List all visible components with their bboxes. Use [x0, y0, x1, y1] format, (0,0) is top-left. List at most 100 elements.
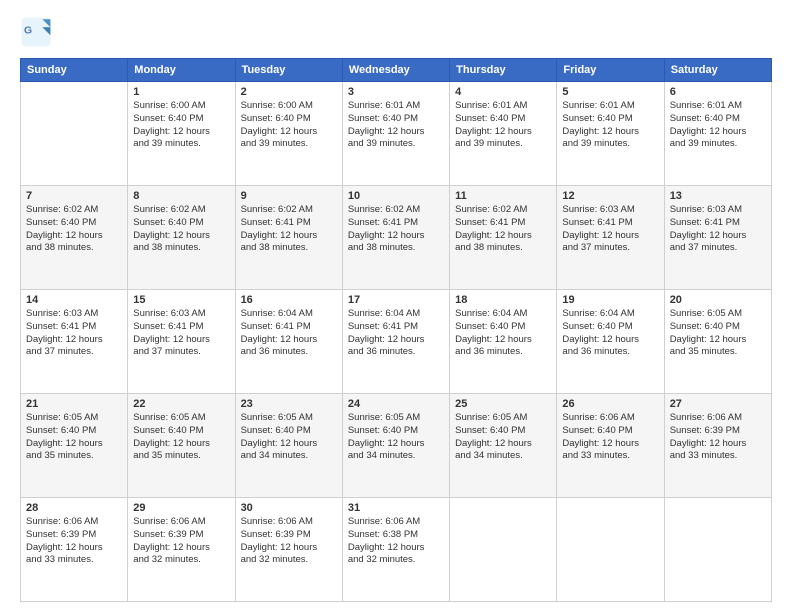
calendar-week-5: 28 Sunrise: 6:06 AM Sunset: 6:39 PM Dayli…: [21, 498, 772, 602]
day-number: 17: [348, 294, 444, 306]
day-number: 23: [241, 398, 337, 410]
weekday-header-tuesday: Tuesday: [235, 59, 342, 82]
cell-content: Sunrise: 6:02 AM Sunset: 6:41 PM Dayligh…: [348, 204, 444, 255]
weekday-header-thursday: Thursday: [450, 59, 557, 82]
cell-content: Sunrise: 6:02 AM Sunset: 6:40 PM Dayligh…: [133, 204, 229, 255]
day-number: 15: [133, 294, 229, 306]
calendar-cell: 17 Sunrise: 6:04 AM Sunset: 6:41 PM Dayli…: [342, 290, 449, 394]
day-number: 14: [26, 294, 122, 306]
cell-content: Sunrise: 6:04 AM Sunset: 6:41 PM Dayligh…: [241, 308, 337, 359]
cell-content: Sunrise: 6:06 AM Sunset: 6:39 PM Dayligh…: [26, 516, 122, 567]
page: G SundayMondayTuesdayWednesdayThursdayFr…: [0, 0, 792, 612]
calendar-table: SundayMondayTuesdayWednesdayThursdayFrid…: [20, 58, 772, 602]
calendar-cell: 30 Sunrise: 6:06 AM Sunset: 6:39 PM Dayli…: [235, 498, 342, 602]
cell-content: Sunrise: 6:04 AM Sunset: 6:40 PM Dayligh…: [455, 308, 551, 359]
day-number: 19: [562, 294, 658, 306]
calendar-week-1: 1 Sunrise: 6:00 AM Sunset: 6:40 PM Daylig…: [21, 82, 772, 186]
calendar-week-2: 7 Sunrise: 6:02 AM Sunset: 6:40 PM Daylig…: [21, 186, 772, 290]
cell-content: Sunrise: 6:00 AM Sunset: 6:40 PM Dayligh…: [133, 100, 229, 151]
cell-content: Sunrise: 6:05 AM Sunset: 6:40 PM Dayligh…: [455, 412, 551, 463]
calendar-cell: 14Sunrise: 6:03 AM Sunset: 6:41 PM Dayli…: [21, 290, 128, 394]
logo: G: [20, 16, 56, 48]
cell-content: Sunrise: 6:00 AM Sunset: 6:40 PM Dayligh…: [241, 100, 337, 151]
cell-content: Sunrise: 6:04 AM Sunset: 6:40 PM Dayligh…: [562, 308, 658, 359]
cell-content: Sunrise: 6:05 AM Sunset: 6:40 PM Dayligh…: [348, 412, 444, 463]
day-number: 11: [455, 190, 551, 202]
calendar-cell: 22 Sunrise: 6:05 AM Sunset: 6:40 PM Dayli…: [128, 394, 235, 498]
calendar-cell: 1 Sunrise: 6:00 AM Sunset: 6:40 PM Daylig…: [128, 82, 235, 186]
day-number: 8: [133, 190, 229, 202]
cell-content: Sunrise: 6:06 AM Sunset: 6:39 PM Dayligh…: [670, 412, 766, 463]
cell-content: Sunrise: 6:03 AM Sunset: 6:41 PM Dayligh…: [133, 308, 229, 359]
cell-content: Sunrise: 6:03 AM Sunset: 6:41 PM Dayligh…: [670, 204, 766, 255]
calendar-cell: 21 Sunrise: 6:05 AM Sunset: 6:40 PM Dayli…: [21, 394, 128, 498]
day-number: 7: [26, 190, 122, 202]
day-number: 22: [133, 398, 229, 410]
cell-content: Sunrise: 6:05 AM Sunset: 6:40 PM Dayligh…: [241, 412, 337, 463]
weekday-header-friday: Friday: [557, 59, 664, 82]
calendar-cell: 6 Sunrise: 6:01 AM Sunset: 6:40 PM Daylig…: [664, 82, 771, 186]
cell-content: Sunrise: 6:03 AM Sunset: 6:41 PM Dayligh…: [562, 204, 658, 255]
calendar-cell: 13 Sunrise: 6:03 AM Sunset: 6:41 PM Dayli…: [664, 186, 771, 290]
calendar-cell: 2 Sunrise: 6:00 AM Sunset: 6:40 PM Daylig…: [235, 82, 342, 186]
cell-content: Sunrise: 6:05 AM Sunset: 6:40 PM Dayligh…: [133, 412, 229, 463]
cell-content: Sunrise: 6:01 AM Sunset: 6:40 PM Dayligh…: [562, 100, 658, 151]
calendar-cell: 18 Sunrise: 6:04 AM Sunset: 6:40 PM Dayli…: [450, 290, 557, 394]
calendar-cell: 4Sunrise: 6:01 AM Sunset: 6:40 PM Daylig…: [450, 82, 557, 186]
day-number: 30: [241, 502, 337, 514]
calendar-cell: 7 Sunrise: 6:02 AM Sunset: 6:40 PM Daylig…: [21, 186, 128, 290]
day-number: 18: [455, 294, 551, 306]
day-number: 24: [348, 398, 444, 410]
calendar-cell: [450, 498, 557, 602]
day-number: 16: [241, 294, 337, 306]
calendar-cell: 12Sunrise: 6:03 AM Sunset: 6:41 PM Dayli…: [557, 186, 664, 290]
day-number: 27: [670, 398, 766, 410]
cell-content: Sunrise: 6:05 AM Sunset: 6:40 PM Dayligh…: [26, 412, 122, 463]
calendar-cell: 11 Sunrise: 6:02 AM Sunset: 6:41 PM Dayli…: [450, 186, 557, 290]
cell-content: Sunrise: 6:01 AM Sunset: 6:40 PM Dayligh…: [670, 100, 766, 151]
cell-content: Sunrise: 6:02 AM Sunset: 6:40 PM Dayligh…: [26, 204, 122, 255]
calendar-cell: [664, 498, 771, 602]
day-number: 20: [670, 294, 766, 306]
weekday-header-monday: Monday: [128, 59, 235, 82]
calendar-cell: 24 Sunrise: 6:05 AM Sunset: 6:40 PM Dayli…: [342, 394, 449, 498]
day-number: 1: [133, 86, 229, 98]
cell-content: Sunrise: 6:02 AM Sunset: 6:41 PM Dayligh…: [455, 204, 551, 255]
calendar-cell: 9Sunrise: 6:02 AM Sunset: 6:41 PM Daylig…: [235, 186, 342, 290]
calendar-cell: 3 Sunrise: 6:01 AM Sunset: 6:40 PM Daylig…: [342, 82, 449, 186]
svg-text:G: G: [24, 26, 32, 37]
calendar-cell: 26 Sunrise: 6:06 AM Sunset: 6:40 PM Dayli…: [557, 394, 664, 498]
day-number: 13: [670, 190, 766, 202]
cell-content: Sunrise: 6:05 AM Sunset: 6:40 PM Dayligh…: [670, 308, 766, 359]
calendar-cell: 8 Sunrise: 6:02 AM Sunset: 6:40 PM Daylig…: [128, 186, 235, 290]
cell-content: Sunrise: 6:04 AM Sunset: 6:41 PM Dayligh…: [348, 308, 444, 359]
calendar-week-4: 21 Sunrise: 6:05 AM Sunset: 6:40 PM Dayli…: [21, 394, 772, 498]
day-number: 25: [455, 398, 551, 410]
cell-content: Sunrise: 6:06 AM Sunset: 6:39 PM Dayligh…: [241, 516, 337, 567]
logo-icon: G: [20, 16, 52, 48]
weekday-header-saturday: Saturday: [664, 59, 771, 82]
day-number: 10: [348, 190, 444, 202]
day-number: 2: [241, 86, 337, 98]
day-number: 21: [26, 398, 122, 410]
day-number: 31: [348, 502, 444, 514]
calendar-cell: 28 Sunrise: 6:06 AM Sunset: 6:39 PM Dayli…: [21, 498, 128, 602]
calendar-cell: 25 Sunrise: 6:05 AM Sunset: 6:40 PM Dayli…: [450, 394, 557, 498]
calendar-cell: 23 Sunrise: 6:05 AM Sunset: 6:40 PM Dayli…: [235, 394, 342, 498]
day-number: 28: [26, 502, 122, 514]
calendar-cell: 10 Sunrise: 6:02 AM Sunset: 6:41 PM Dayli…: [342, 186, 449, 290]
cell-content: Sunrise: 6:01 AM Sunset: 6:40 PM Dayligh…: [455, 100, 551, 151]
calendar-cell: 31Sunrise: 6:06 AM Sunset: 6:38 PM Dayli…: [342, 498, 449, 602]
weekday-header-wednesday: Wednesday: [342, 59, 449, 82]
day-number: 6: [670, 86, 766, 98]
cell-content: Sunrise: 6:02 AM Sunset: 6:41 PM Dayligh…: [241, 204, 337, 255]
calendar-cell: 29Sunrise: 6:06 AM Sunset: 6:39 PM Dayli…: [128, 498, 235, 602]
day-number: 3: [348, 86, 444, 98]
calendar-cell: 16 Sunrise: 6:04 AM Sunset: 6:41 PM Dayli…: [235, 290, 342, 394]
calendar-cell: 20 Sunrise: 6:05 AM Sunset: 6:40 PM Dayli…: [664, 290, 771, 394]
calendar-cell: 15 Sunrise: 6:03 AM Sunset: 6:41 PM Dayli…: [128, 290, 235, 394]
day-number: 29: [133, 502, 229, 514]
cell-content: Sunrise: 6:06 AM Sunset: 6:40 PM Dayligh…: [562, 412, 658, 463]
cell-content: Sunrise: 6:01 AM Sunset: 6:40 PM Dayligh…: [348, 100, 444, 151]
day-number: 26: [562, 398, 658, 410]
